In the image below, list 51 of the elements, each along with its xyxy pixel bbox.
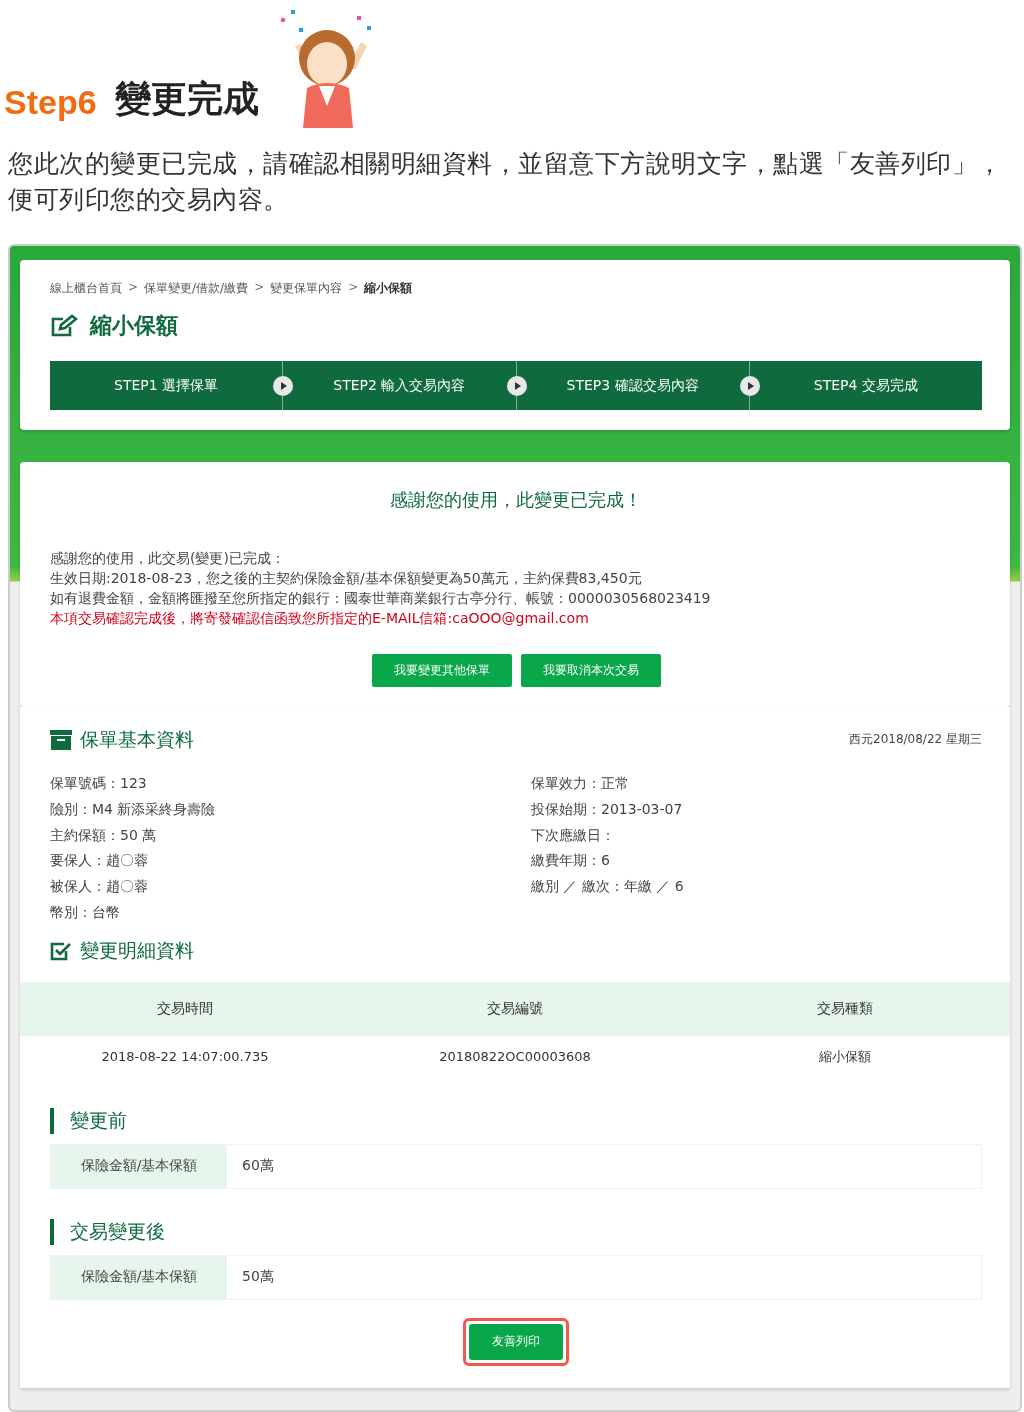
section-title: 變更明細資料 bbox=[80, 937, 194, 963]
policy-field: 被保人：趙〇蓉 bbox=[50, 874, 531, 900]
field-label: 保險金額/基本保額 bbox=[51, 1255, 227, 1299]
table-cell-text: 縮小保額 bbox=[818, 1047, 872, 1066]
policy-field: 幣別：台幣 bbox=[50, 900, 531, 926]
breadcrumb-separator: > bbox=[348, 280, 359, 296]
breadcrumb-separator: > bbox=[128, 280, 139, 296]
policy-field: 下次應繳日： bbox=[531, 822, 982, 849]
play-icon bbox=[272, 375, 295, 397]
column-header: 交易編號 bbox=[486, 999, 544, 1018]
policy-field: 險別：M4 新添采終身壽險 bbox=[50, 796, 531, 823]
info-text: 生效日期:2018-08-23，您之後的主契約保險金額/基本保額變更為50萬元，主約保費83,450元 bbox=[50, 569, 643, 588]
step-label: STEP2 輸入交易內容 bbox=[333, 376, 466, 395]
step-label: STEP3 確認交易內容 bbox=[566, 376, 699, 395]
breadcrumb-link[interactable]: 線上櫃台首頁 bbox=[50, 280, 122, 297]
intro-text: 您此次的變更已完成，請確認相關明細資料，並留意下方說明文字，點選「友善列印」，便可列印您的交易內容。 bbox=[8, 148, 1004, 216]
step-label: Step6 bbox=[4, 83, 97, 122]
column-header: 交易時間 bbox=[156, 999, 214, 1018]
step-label: STEP1 選擇保單 bbox=[114, 376, 219, 395]
step-label: STEP4 交易完成 bbox=[813, 376, 918, 395]
table-cell-text: 20180822OC00003608 bbox=[438, 1049, 592, 1065]
play-icon bbox=[738, 375, 761, 397]
subsection-title: 交易變更後 bbox=[70, 1218, 165, 1244]
field-value: 60萬 bbox=[241, 1156, 275, 1176]
checkbox-icon bbox=[50, 940, 72, 961]
policy-field: 主約保額：50 萬 bbox=[50, 822, 531, 849]
policy-field: 保單效力：正常 bbox=[531, 771, 982, 797]
page-heading: 變更完成 bbox=[114, 77, 259, 121]
field-value: 50萬 bbox=[241, 1267, 275, 1287]
play-icon bbox=[505, 375, 528, 397]
breadcrumb-link[interactable]: 變更保單內容 bbox=[270, 280, 343, 297]
section-title: 縮小保額 bbox=[90, 312, 178, 340]
info-text: 如有退費金額，金額將匯撥至您所指定的銀行：國泰世華商業銀行古亭分行、帳號：0000030568023419 bbox=[50, 589, 712, 608]
breadcrumb-link[interactable]: 保單變更/借款/繳費 bbox=[144, 280, 249, 297]
edit-icon bbox=[50, 314, 78, 338]
column-header: 交易種類 bbox=[816, 999, 874, 1018]
warning-text: 本項交易確認完成後，將寄發確認信函致您所指定的E-MAIL信箱:caOOO@gmail.com bbox=[50, 609, 590, 628]
policy-field: 繳別 ／ 繳次：年繳 ／ 6 bbox=[531, 874, 982, 900]
section-title: 保單基本資料 bbox=[80, 727, 194, 752]
policy-field: 要保人：趙〇蓉 bbox=[50, 848, 531, 875]
breadcrumb-separator: > bbox=[254, 280, 265, 296]
date-text: 西元2018/08/22 星期三 bbox=[849, 731, 982, 748]
policy-field: 保單號碼：123 bbox=[50, 771, 531, 797]
policy-field: 繳費年期：6 bbox=[531, 848, 982, 875]
info-text: 感謝您的使用，此交易(變更)已完成： bbox=[50, 549, 286, 568]
archive-icon bbox=[50, 730, 72, 750]
completion-heading: 感謝您的使用，此變更已完成！ bbox=[389, 488, 643, 512]
policy-field: 投保始期：2013-03-07 bbox=[531, 796, 982, 823]
subsection-title: 變更前 bbox=[70, 1107, 127, 1133]
table-cell-text: 2018-08-22 14:07:00.735 bbox=[100, 1049, 270, 1065]
field-label: 保險金額/基本保額 bbox=[51, 1144, 227, 1188]
